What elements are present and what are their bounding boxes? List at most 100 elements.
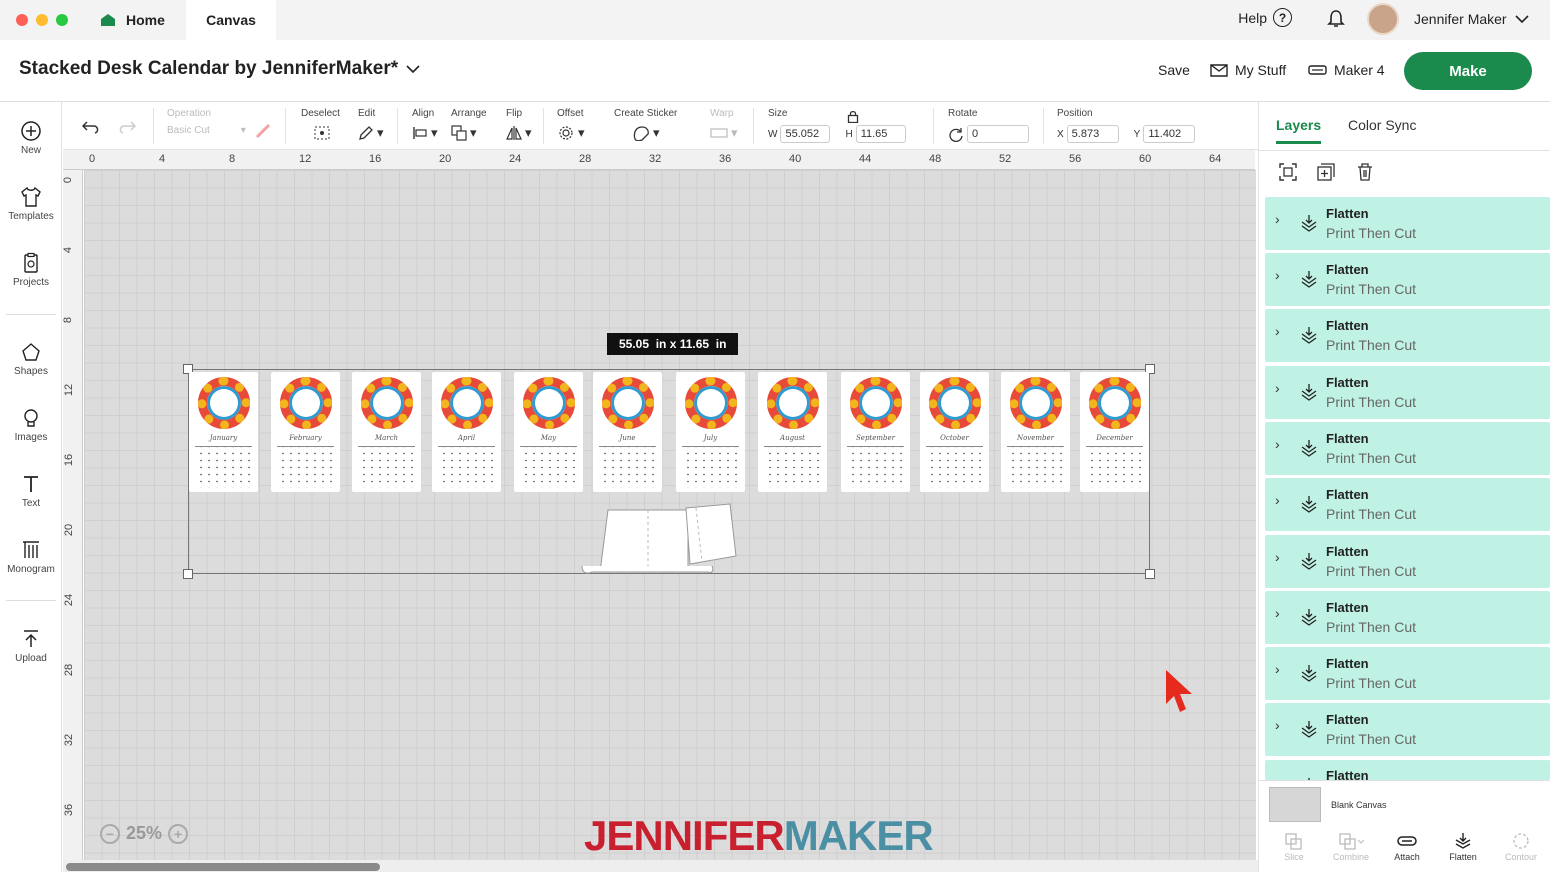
calendar-card[interactable]: September [841, 372, 910, 492]
width-input[interactable]: 55.052 [780, 125, 831, 143]
calendar-card[interactable]: December [1080, 372, 1149, 492]
sidebar-item-label: Images [14, 432, 48, 443]
flatten-label: Flatten [1449, 852, 1477, 862]
tab-canvas[interactable]: Canvas [186, 0, 276, 40]
sidebar-item-monogram[interactable]: Monogram [0, 539, 62, 575]
layer-item[interactable]: ›Flatten [1265, 760, 1550, 780]
sidebar-item-label: New [20, 145, 41, 156]
chevron-right-icon[interactable]: › [1275, 267, 1280, 283]
sidebar-item-upload[interactable]: Upload [0, 628, 62, 664]
layer-item[interactable]: › Flatten Print Then Cut [1265, 535, 1550, 588]
flip-dropdown[interactable]: Flip ▾ [506, 108, 532, 141]
offset-dropdown[interactable]: Offset ▾ [557, 108, 585, 141]
bell-icon[interactable] [1327, 9, 1345, 29]
zoom-in-button[interactable]: + [168, 823, 189, 844]
avatar[interactable] [1367, 3, 1399, 35]
warp-dropdown[interactable]: Warp ▾ [710, 108, 738, 141]
lock-icon[interactable] [847, 110, 859, 123]
blank-canvas-label: Blank Canvas [1331, 800, 1387, 810]
chevron-right-icon[interactable]: › [1275, 549, 1280, 565]
zoom-out-button[interactable]: − [100, 823, 120, 844]
calendar-card[interactable]: August [758, 372, 827, 492]
save-button[interactable]: Save [1158, 62, 1190, 78]
blank-canvas-swatch[interactable] [1269, 787, 1321, 822]
rotate-input[interactable]: 0 [967, 125, 1029, 143]
tab-color-sync[interactable]: Color Sync [1348, 117, 1416, 133]
calendar-card[interactable]: November [1001, 372, 1070, 492]
layer-item[interactable]: › Flatten Print Then Cut [1265, 422, 1550, 475]
x-input[interactable]: 5.873 [1066, 125, 1119, 143]
duplicate-icon[interactable] [1316, 162, 1336, 182]
calendar-card[interactable]: January [189, 372, 258, 492]
user-name[interactable]: Jennifer Maker [1414, 11, 1507, 27]
minimize-window-button[interactable] [36, 14, 48, 26]
chevron-right-icon[interactable]: › [1275, 323, 1280, 339]
scrollbar-thumb[interactable] [66, 863, 380, 871]
operation-dropdown[interactable]: Operation Basic Cut ▾ [167, 108, 246, 136]
close-window-button[interactable] [16, 14, 28, 26]
blank-canvas-row[interactable]: Blank Canvas [1259, 780, 1550, 828]
chevron-right-icon[interactable]: › [1275, 436, 1280, 452]
slice-button[interactable]: Slice [1266, 832, 1322, 862]
sidebar-item-text[interactable]: Text [0, 473, 62, 509]
layer-item[interactable]: › Flatten Print Then Cut [1265, 253, 1550, 306]
chevron-right-icon[interactable]: › [1275, 717, 1280, 733]
arrange-dropdown[interactable]: Arrange ▾ [451, 108, 487, 141]
deselect-icon [314, 126, 330, 140]
resize-handle[interactable] [183, 569, 193, 579]
machine-button[interactable]: Maker 4 [1308, 62, 1385, 78]
tab-layers[interactable]: Layers [1276, 117, 1322, 144]
chevron-right-icon[interactable]: › [1275, 605, 1280, 621]
create-sticker-dropdown[interactable]: Create Sticker ▾ [614, 108, 677, 141]
layer-item[interactable]: › Flatten Print Then Cut [1265, 703, 1550, 756]
layer-item[interactable]: › Flatten Print Then Cut [1265, 591, 1550, 644]
calendar-card[interactable]: March [352, 372, 421, 492]
chevron-right-icon[interactable]: › [1275, 661, 1280, 677]
layer-item[interactable]: › Flatten Print Then Cut [1265, 366, 1550, 419]
chevron-right-icon[interactable]: › [1275, 380, 1280, 396]
deselect-button[interactable]: Deselect [301, 108, 340, 141]
sidebar-item-templates[interactable]: Templates [0, 186, 62, 222]
layer-item[interactable]: › Flatten Print Then Cut [1265, 647, 1550, 700]
edit-dropdown[interactable]: Edit ▾ [358, 108, 384, 141]
sidebar-item-projects[interactable]: Projects [0, 252, 62, 288]
chevron-right-icon[interactable]: › [1275, 211, 1280, 227]
ruler-tick: 36 [719, 153, 732, 165]
make-button[interactable]: Make [1404, 52, 1532, 90]
sidebar-item-shapes[interactable]: Shapes [0, 341, 62, 377]
calendar-card[interactable]: June [593, 372, 662, 492]
layer-item[interactable]: › Flatten Print Then Cut [1265, 309, 1550, 362]
layer-item[interactable]: › Flatten Print Then Cut [1265, 478, 1550, 531]
height-input[interactable]: 11.65 [855, 125, 906, 143]
chevron-right-icon[interactable]: › [1275, 492, 1280, 508]
trash-icon[interactable] [1355, 162, 1375, 182]
y-input[interactable]: 11.402 [1143, 125, 1196, 143]
group-icon[interactable] [1278, 162, 1298, 182]
chevron-down-icon[interactable] [1515, 14, 1529, 24]
help-button[interactable]: Help ? [1238, 8, 1292, 27]
my-stuff-button[interactable]: My Stuff [1210, 62, 1286, 78]
redo-icon[interactable] [117, 119, 137, 135]
contour-button[interactable]: Contour [1493, 832, 1549, 862]
calendar-card[interactable]: July [676, 372, 745, 492]
calendar-card[interactable]: October [920, 372, 989, 492]
resize-handle[interactable] [1145, 569, 1155, 579]
project-title[interactable]: Stacked Desk Calendar by JenniferMaker* [19, 58, 420, 80]
tab-home[interactable]: Home [90, 0, 180, 40]
calendar-card[interactable]: May [514, 372, 583, 492]
ruler-tick: 4 [159, 153, 166, 165]
undo-icon[interactable] [81, 119, 101, 135]
maximize-window-button[interactable] [56, 14, 68, 26]
flatten-button[interactable]: Flatten [1435, 832, 1491, 862]
combine-button[interactable]: Combine [1323, 832, 1379, 862]
calendar-card[interactable]: April [432, 372, 501, 492]
layer-item[interactable]: › Flatten Print Then Cut [1265, 197, 1550, 250]
attach-button[interactable]: Attach [1379, 832, 1435, 862]
align-dropdown[interactable]: Align ▾ [412, 108, 438, 141]
sidebar-item-images[interactable]: Images [0, 407, 62, 443]
ruler-tick: 48 [929, 153, 942, 165]
size-controls: Size W 55.052 H 11.65 [768, 108, 906, 143]
calendar-card[interactable]: February [271, 372, 340, 492]
calendar-stand-shape[interactable] [578, 502, 740, 576]
sidebar-item-new[interactable]: New [0, 120, 62, 156]
